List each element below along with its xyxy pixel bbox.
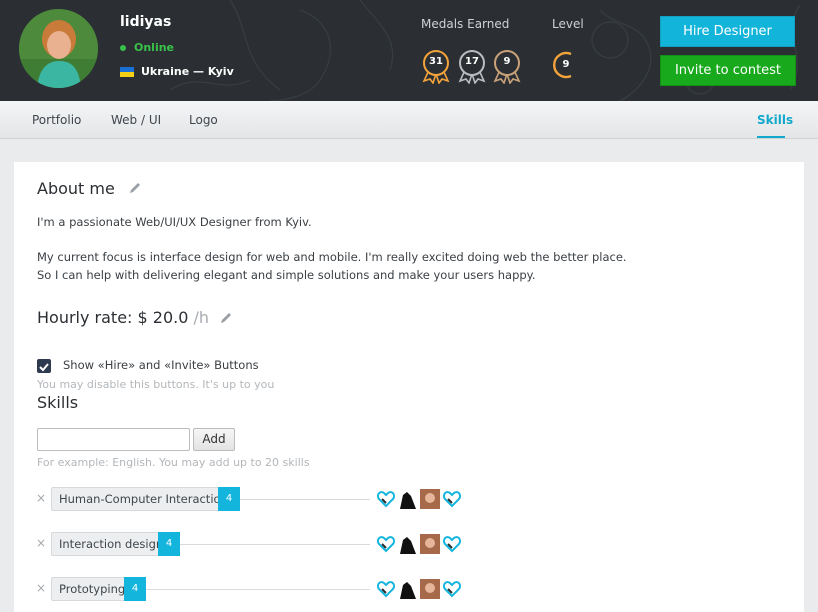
remove-skill-icon[interactable]: × — [36, 536, 46, 550]
tab-logo[interactable]: Logo — [189, 113, 218, 127]
online-dot-icon — [120, 44, 126, 51]
level-badge[interactable]: 9 — [553, 50, 579, 80]
level-value: 9 — [562, 59, 570, 70]
location: Ukraine — Kyiv — [120, 65, 234, 78]
profile-tabs: Portfolio Web / UI Logo Skills — [0, 101, 818, 139]
endorser-avatar-photo[interactable] — [398, 534, 418, 554]
show-buttons-hint: You may disable this buttons. It's up to… — [37, 378, 275, 391]
skill-endorse-count[interactable]: 4 — [124, 577, 146, 601]
hourly-rate: Hourly rate: $ 20.0 /h — [37, 308, 209, 327]
invite-to-contest-button[interactable]: Invite to contest — [660, 55, 796, 86]
endorser-avatar-face[interactable] — [420, 579, 440, 599]
endorser-avatar-face[interactable] — [420, 489, 440, 509]
online-status: Online — [120, 41, 174, 54]
about-title: About me — [37, 179, 115, 198]
skill-row: × Prototyping 4 — [0, 576, 818, 602]
level-label: Level — [552, 17, 584, 31]
medal-bronze[interactable]: 9 — [492, 50, 522, 84]
about-paragraph-1: I'm a passionate Web/UI/UX Designer from… — [37, 215, 312, 229]
endorser-avatar-heart-icon[interactable] — [442, 579, 462, 599]
add-skill-button[interactable]: Add — [193, 428, 235, 451]
skill-input[interactable] — [37, 428, 190, 451]
skill-endorse-count[interactable]: 4 — [158, 532, 180, 556]
endorser-avatar-heart-icon[interactable] — [376, 534, 396, 554]
skill-endorsers — [376, 489, 462, 509]
online-status-label: Online — [134, 41, 175, 54]
username: lidiyas — [120, 14, 172, 30]
skill-endorsers — [376, 579, 462, 599]
profile-header: lidiyas Online Ukraine — Kyiv Medals Ear… — [0, 0, 818, 101]
medal-gold[interactable]: 31 — [421, 50, 451, 84]
hire-designer-button[interactable]: Hire Designer — [660, 16, 795, 47]
remove-skill-icon[interactable]: × — [36, 581, 46, 595]
skills-title: Skills — [37, 393, 79, 412]
skill-tag[interactable]: Prototyping — [51, 577, 134, 601]
skill-endorsers — [376, 534, 462, 554]
skills-hint: For example: English. You may add up to … — [37, 456, 310, 469]
tab-skills[interactable]: Skills — [757, 113, 793, 127]
endorser-avatar-face[interactable] — [420, 534, 440, 554]
active-tab-indicator — [757, 136, 785, 138]
show-buttons-label[interactable]: Show «Hire» and «Invite» Buttons — [63, 358, 259, 372]
ukraine-flag-icon — [120, 66, 134, 77]
about-paragraph-3: So I can help with delivering elegant an… — [37, 268, 536, 282]
endorser-avatar-heart-icon[interactable] — [376, 579, 396, 599]
skill-endorse-count[interactable]: 4 — [218, 487, 240, 511]
skill-row: × Interaction design 4 — [0, 531, 818, 557]
medal-bronze-count: 9 — [503, 56, 511, 67]
endorser-avatar-heart-icon[interactable] — [442, 489, 462, 509]
edit-about-pencil-icon[interactable] — [128, 181, 142, 195]
about-paragraph-2: My current focus is interface design for… — [37, 250, 627, 264]
endorser-avatar-heart-icon[interactable] — [376, 489, 396, 509]
endorser-avatar-heart-icon[interactable] — [442, 534, 462, 554]
medal-silver-count: 17 — [465, 56, 479, 67]
edit-rate-pencil-icon[interactable] — [219, 311, 233, 325]
hourly-rate-unit: /h — [193, 308, 210, 327]
show-buttons-checkbox[interactable] — [37, 359, 51, 373]
medal-gold-count: 31 — [429, 56, 443, 67]
tab-web-ui[interactable]: Web / UI — [111, 113, 161, 127]
tab-portfolio[interactable]: Portfolio — [32, 113, 81, 127]
hourly-rate-value: $ 20.0 — [137, 308, 189, 327]
checkmark-icon — [39, 363, 49, 372]
hourly-rate-label: Hourly rate: — [37, 308, 133, 327]
medal-silver[interactable]: 17 — [457, 50, 487, 84]
endorser-avatar-photo[interactable] — [398, 489, 418, 509]
location-label: Ukraine — Kyiv — [141, 65, 234, 78]
endorser-avatar-photo[interactable] — [398, 579, 418, 599]
skill-tag[interactable]: Human-Computer Interaction — [51, 487, 236, 511]
remove-skill-icon[interactable]: × — [36, 491, 46, 505]
skill-row: × Human-Computer Interaction 4 — [0, 486, 818, 512]
skill-tag[interactable]: Interaction design — [51, 532, 172, 556]
medals-earned-label: Medals Earned — [421, 17, 510, 31]
avatar[interactable] — [19, 9, 98, 88]
